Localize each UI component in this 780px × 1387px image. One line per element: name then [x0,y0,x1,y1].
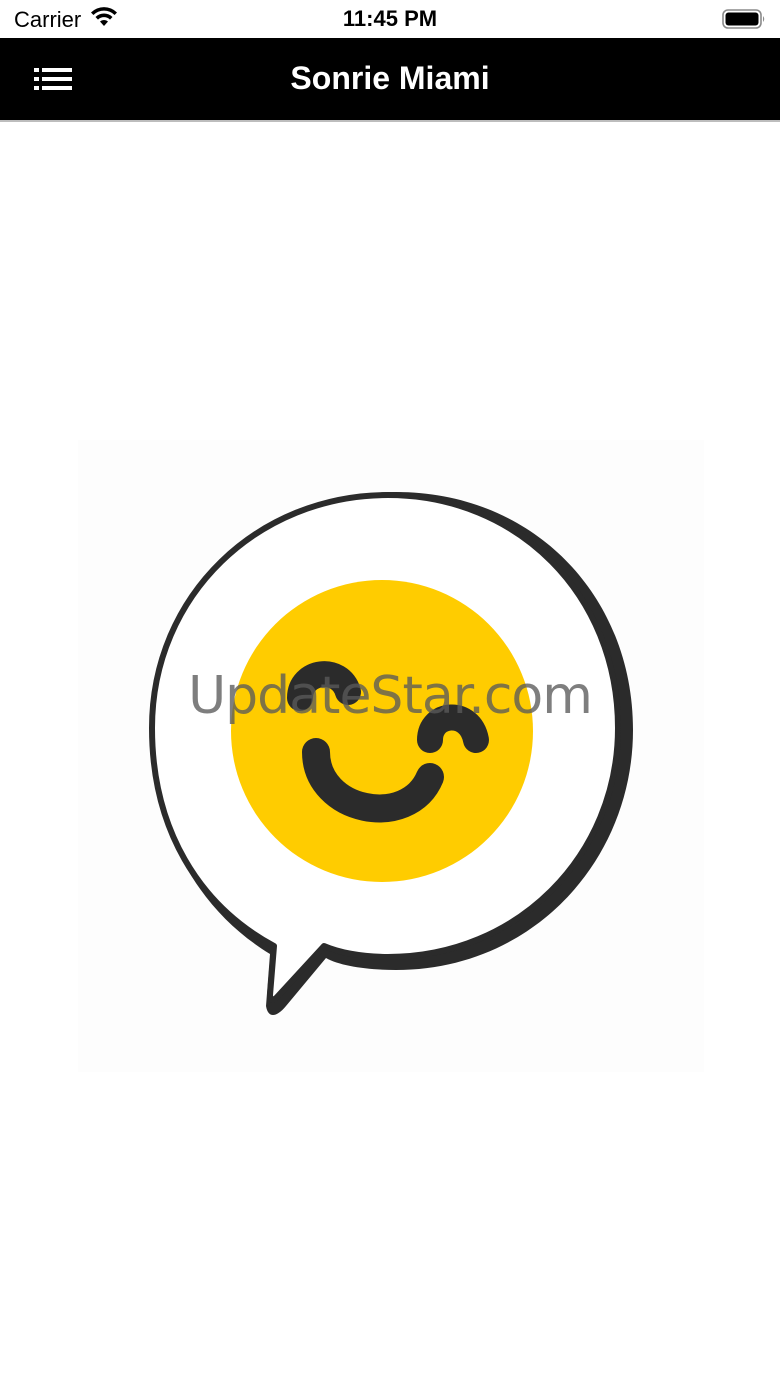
smiling-face-speech-bubble-logo [149,492,633,1015]
logo-panel [78,440,704,1072]
page-title: Sonrie Miami [290,60,490,96]
battery-icon [722,9,766,29]
status-time: 11:45 PM [342,6,438,31]
main-content: UpdateStar.com [0,122,780,1387]
watermark-text: UpdateStar.com [188,666,593,726]
face-circle [231,580,533,882]
status-bar: Carrier 11:45 PM [0,0,780,38]
navigation-bar: Sonrie Miami [0,38,780,122]
